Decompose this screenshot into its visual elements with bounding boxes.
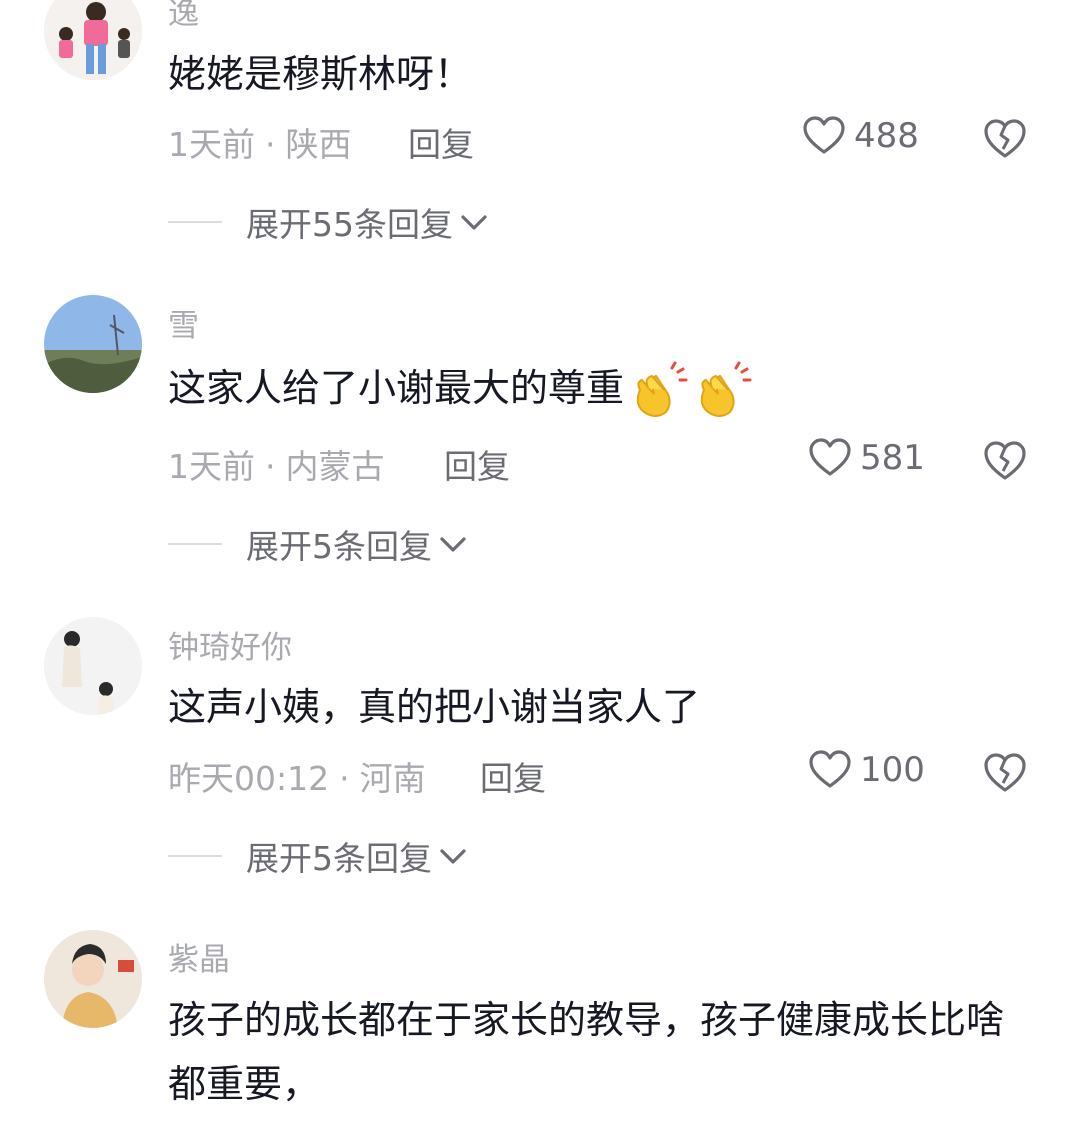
comment-text: 这声小姨，真的把小谢当家人了 [168,685,701,729]
clapping-hands-emoji [636,361,688,417]
like-button[interactable]: 100 [808,750,925,790]
chevron-down-icon [440,537,466,552]
divider [168,855,222,857]
comment-time: 1天前 [168,447,255,486]
like-count: 581 [860,438,925,478]
divider [168,543,222,545]
expand-replies-button[interactable]: 展开5条回复 [168,832,468,880]
broken-heart-icon [984,753,1026,792]
comment-time: 1天前 [168,125,255,164]
heart-outline-icon [809,438,851,476]
dislike-button[interactable] [982,752,1028,794]
broken-heart-icon [984,119,1026,158]
dislike-button[interactable] [982,118,1028,160]
like-count: 488 [854,116,919,156]
reply-button[interactable]: 回复 [444,440,510,488]
heart-outline-icon [803,116,845,154]
avatar[interactable] [44,930,142,1028]
dislike-button[interactable] [982,440,1028,482]
comment-meta: 1天前 · 内蒙古 [168,447,385,486]
broken-heart-icon [984,441,1026,480]
username[interactable]: 雪 [168,300,199,345]
like-count: 100 [860,750,925,790]
like-button[interactable]: 488 [802,116,919,156]
comment-meta: 昨天00:12 · 河南 [168,759,426,798]
reply-button[interactable]: 回复 [480,752,546,800]
username[interactable]: 紫晶 [168,934,230,979]
comment-text-body: 这家人给了小谢最大的尊重 [168,366,625,410]
reply-button[interactable]: 回复 [408,118,474,166]
expand-replies-label: 展开5条回复 [246,839,432,878]
comment-time: 昨天00:12 [168,759,330,798]
username[interactable]: 逸 [168,0,199,33]
comment-text: 孩子的成长都在于家长的教导，孩子健康成长比啥都重要， [168,998,1005,1106]
comment-location: 河南 [359,759,426,798]
comment-location: 内蒙古 [285,447,385,486]
comment-location: 陕西 [285,125,352,164]
avatar[interactable] [44,0,142,80]
expand-replies-button[interactable]: 展开55条回复 [168,198,489,246]
expand-replies-label: 展开55条回复 [246,205,453,244]
comment-meta: 1天前 · 陕西 [168,125,352,164]
expand-replies-button[interactable]: 展开5条回复 [168,520,468,568]
like-button[interactable]: 581 [808,438,925,478]
comment-text: 这家人给了小谢最大的尊重 [168,356,1030,422]
divider [168,221,222,223]
expand-replies-label: 展开5条回复 [246,527,432,566]
clapping-hands-emoji [700,361,752,417]
heart-outline-icon [809,750,851,788]
chevron-down-icon [461,215,487,230]
chevron-down-icon [440,849,466,864]
comment-text: 姥姥是穆斯林呀！ [168,52,473,96]
avatar[interactable] [44,617,142,715]
username[interactable]: 钟琦好你 [168,622,292,667]
avatar[interactable] [44,295,142,393]
